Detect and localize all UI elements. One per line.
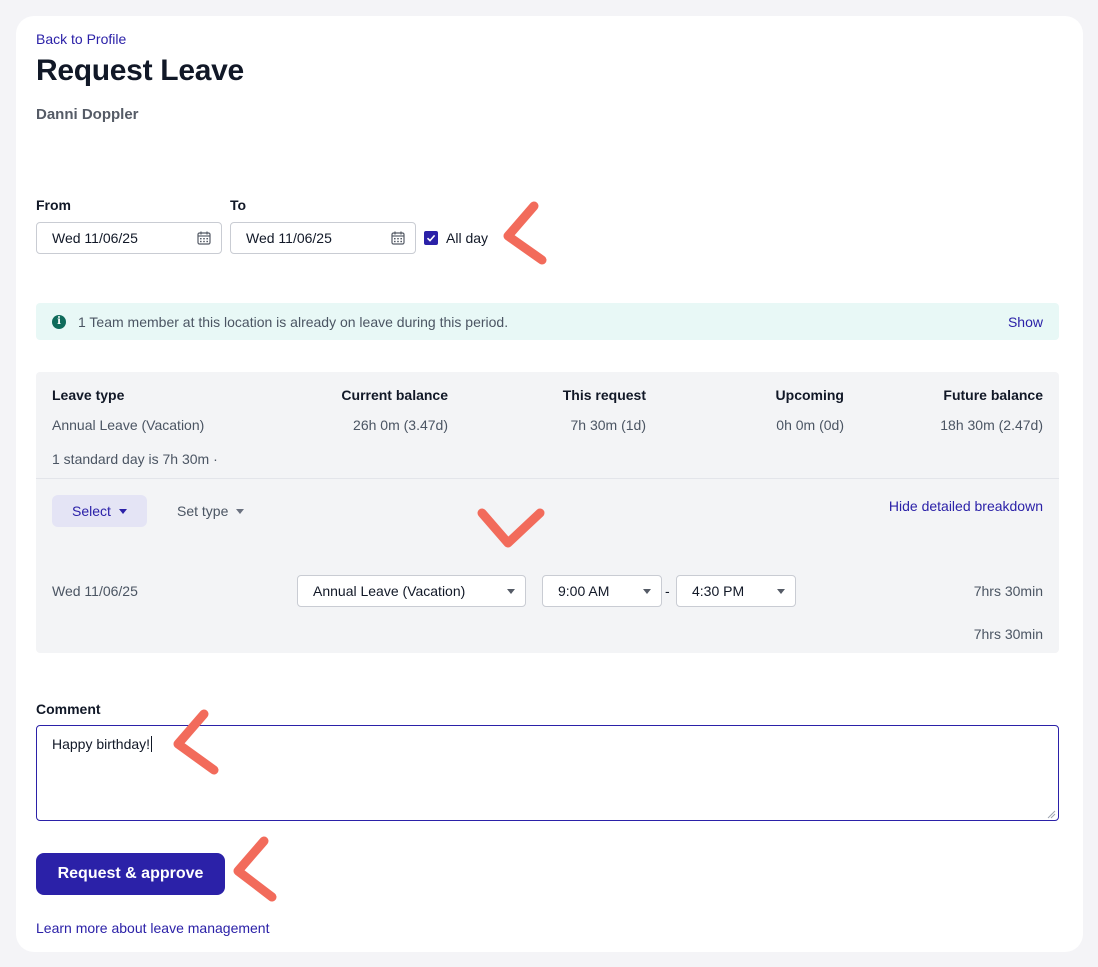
- end-time-selected: 4:30 PM: [692, 583, 745, 599]
- comment-text: Happy birthday!: [52, 736, 151, 752]
- calendar-icon[interactable]: [197, 231, 211, 245]
- caret-down-icon: [118, 508, 127, 514]
- this-request-value: 7h 30m (1d): [570, 417, 646, 433]
- header-upcoming: Upcoming: [775, 387, 844, 403]
- team-leave-alert: i 1 Team member at this location is alre…: [36, 303, 1059, 340]
- annotation-chevron-down-icon: [477, 508, 545, 548]
- request-leave-card: Back to Profile Request Leave Danni Dopp…: [16, 16, 1083, 952]
- employee-name: Danni Doppler: [36, 106, 139, 123]
- time-separator: -: [665, 583, 670, 599]
- leave-type-selected: Annual Leave (Vacation): [313, 583, 466, 599]
- start-time-select[interactable]: 9:00 AM: [542, 575, 662, 607]
- start-time-selected: 9:00 AM: [558, 583, 610, 599]
- leave-type-value: Annual Leave (Vacation): [52, 417, 205, 433]
- request-approve-button[interactable]: Request & approve: [36, 853, 225, 895]
- all-day-label: All day: [446, 230, 489, 246]
- hide-detailed-breakdown-link[interactable]: Hide detailed breakdown: [889, 498, 1043, 514]
- header-future-balance: Future balance: [943, 387, 1043, 403]
- show-team-members-link[interactable]: Show: [1008, 314, 1043, 330]
- to-date-value: Wed 11/06/25: [246, 230, 332, 246]
- caret-down-icon: [236, 508, 245, 514]
- header-leave-type: Leave type: [52, 387, 125, 403]
- all-day-checkbox[interactable]: [424, 231, 438, 245]
- annotation-chevron-left-icon: [503, 201, 547, 265]
- to-date-input[interactable]: Wed 11/06/25: [230, 222, 416, 254]
- from-date-value: Wed 11/06/25: [52, 230, 138, 246]
- panel-divider: [36, 478, 1059, 479]
- calendar-icon[interactable]: [391, 231, 405, 245]
- from-date-input[interactable]: Wed 11/06/25: [36, 222, 222, 254]
- set-type-button[interactable]: Set type: [177, 503, 245, 519]
- leave-type-select[interactable]: Annual Leave (Vacation): [297, 575, 526, 607]
- text-cursor: [151, 736, 153, 752]
- current-balance-value: 26h 0m (3.47d): [353, 417, 448, 433]
- select-button[interactable]: Select: [52, 495, 147, 527]
- learn-more-link[interactable]: Learn more about leave management: [36, 920, 269, 936]
- upcoming-value: 0h 0m (0d): [776, 417, 844, 433]
- set-type-label: Set type: [177, 503, 229, 519]
- end-time-select[interactable]: 4:30 PM: [676, 575, 796, 607]
- header-this-request: This request: [562, 387, 646, 403]
- comment-label: Comment: [36, 701, 101, 717]
- select-button-label: Select: [72, 503, 111, 519]
- annotation-chevron-left-icon: [173, 709, 219, 775]
- header-current-balance: Current balance: [341, 387, 448, 403]
- to-label: To: [230, 197, 247, 213]
- annotation-chevron-left-icon: [233, 836, 277, 902]
- standard-day-note: 1 standard day is 7h 30m ·: [52, 451, 218, 467]
- caret-down-icon: [643, 588, 651, 594]
- back-to-profile-link[interactable]: Back to Profile: [36, 31, 126, 47]
- page-title: Request Leave: [36, 54, 244, 87]
- info-icon: i: [52, 314, 66, 329]
- all-day-toggle[interactable]: All day: [424, 230, 488, 246]
- resize-handle-icon[interactable]: [1046, 809, 1056, 819]
- breakdown-date: Wed 11/06/25: [52, 583, 138, 599]
- from-label: From: [36, 197, 71, 213]
- alert-message: 1 Team member at this location is alread…: [78, 313, 509, 330]
- future-balance-value: 18h 30m (2.47d): [940, 417, 1043, 433]
- caret-down-icon: [777, 588, 785, 594]
- breakdown-duration: 7hrs 30min: [973, 583, 1043, 599]
- caret-down-icon: [507, 588, 515, 594]
- breakdown-total: 7hrs 30min: [973, 626, 1043, 642]
